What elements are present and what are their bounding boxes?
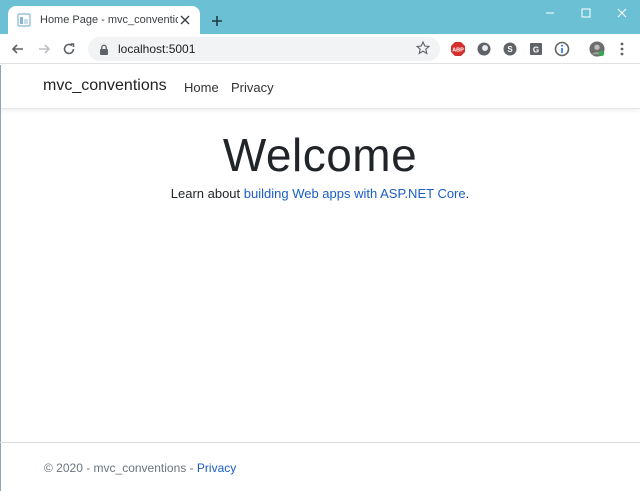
browser-toolbar: localhost:5001 ABP S G	[0, 34, 640, 64]
info-extension-icon[interactable]	[554, 41, 570, 57]
window-close-icon[interactable]	[604, 0, 640, 26]
skype-extension-icon[interactable]: S	[502, 41, 518, 57]
lock-icon	[98, 43, 110, 55]
page-favicon-icon	[16, 12, 32, 28]
adblock-extension-icon[interactable]: ABP	[450, 41, 466, 57]
nav-link-home[interactable]: Home	[184, 80, 219, 95]
new-tab-icon[interactable]	[206, 10, 228, 32]
svg-text:G: G	[533, 46, 539, 55]
back-arrow-icon[interactable]	[7, 38, 29, 60]
kebab-menu-icon[interactable]	[614, 41, 630, 57]
brand-link[interactable]: mvc_conventions	[43, 77, 167, 95]
app-navbar: mvc_conventions Home Privacy	[0, 65, 640, 109]
avatar[interactable]	[589, 41, 605, 57]
address-bar[interactable]: localhost:5001	[88, 37, 440, 61]
learn-prefix: Learn about	[170, 186, 244, 201]
browser-titlebar: Home Page - mvc_conventions	[0, 0, 640, 34]
maximize-icon[interactable]	[568, 0, 604, 26]
nav-link-privacy[interactable]: Privacy	[231, 80, 274, 95]
url-text: localhost:5001	[118, 42, 196, 56]
svg-text:ABP: ABP	[452, 48, 464, 54]
copyright-text: © 2020 - mvc_conventions -	[44, 461, 197, 475]
footer-privacy-link[interactable]: Privacy	[197, 461, 236, 475]
learn-paragraph: Learn about building Web apps with ASP.N…	[0, 186, 640, 201]
footer: © 2020 - mvc_conventions - Privacy	[0, 442, 640, 491]
grammar-extension-icon[interactable]: G	[528, 41, 544, 57]
footer-text: © 2020 - mvc_conventions - Privacy	[44, 461, 236, 475]
minimize-icon[interactable]	[532, 0, 568, 26]
reload-icon[interactable]	[58, 38, 80, 60]
browser-tab[interactable]: Home Page - mvc_conventions	[8, 6, 200, 34]
aspnet-docs-link[interactable]: building Web apps with ASP.NET Core	[244, 186, 466, 201]
circle-extension-icon[interactable]	[476, 41, 492, 57]
learn-suffix: .	[465, 186, 470, 201]
tab-close-icon[interactable]	[178, 13, 192, 27]
forward-arrow-icon[interactable]	[33, 38, 55, 60]
page-title: Welcome	[222, 129, 418, 181]
tab-title: Home Page - mvc_conventions	[40, 14, 178, 26]
svg-text:S: S	[507, 45, 513, 54]
bookmark-star-icon[interactable]	[415, 40, 432, 57]
